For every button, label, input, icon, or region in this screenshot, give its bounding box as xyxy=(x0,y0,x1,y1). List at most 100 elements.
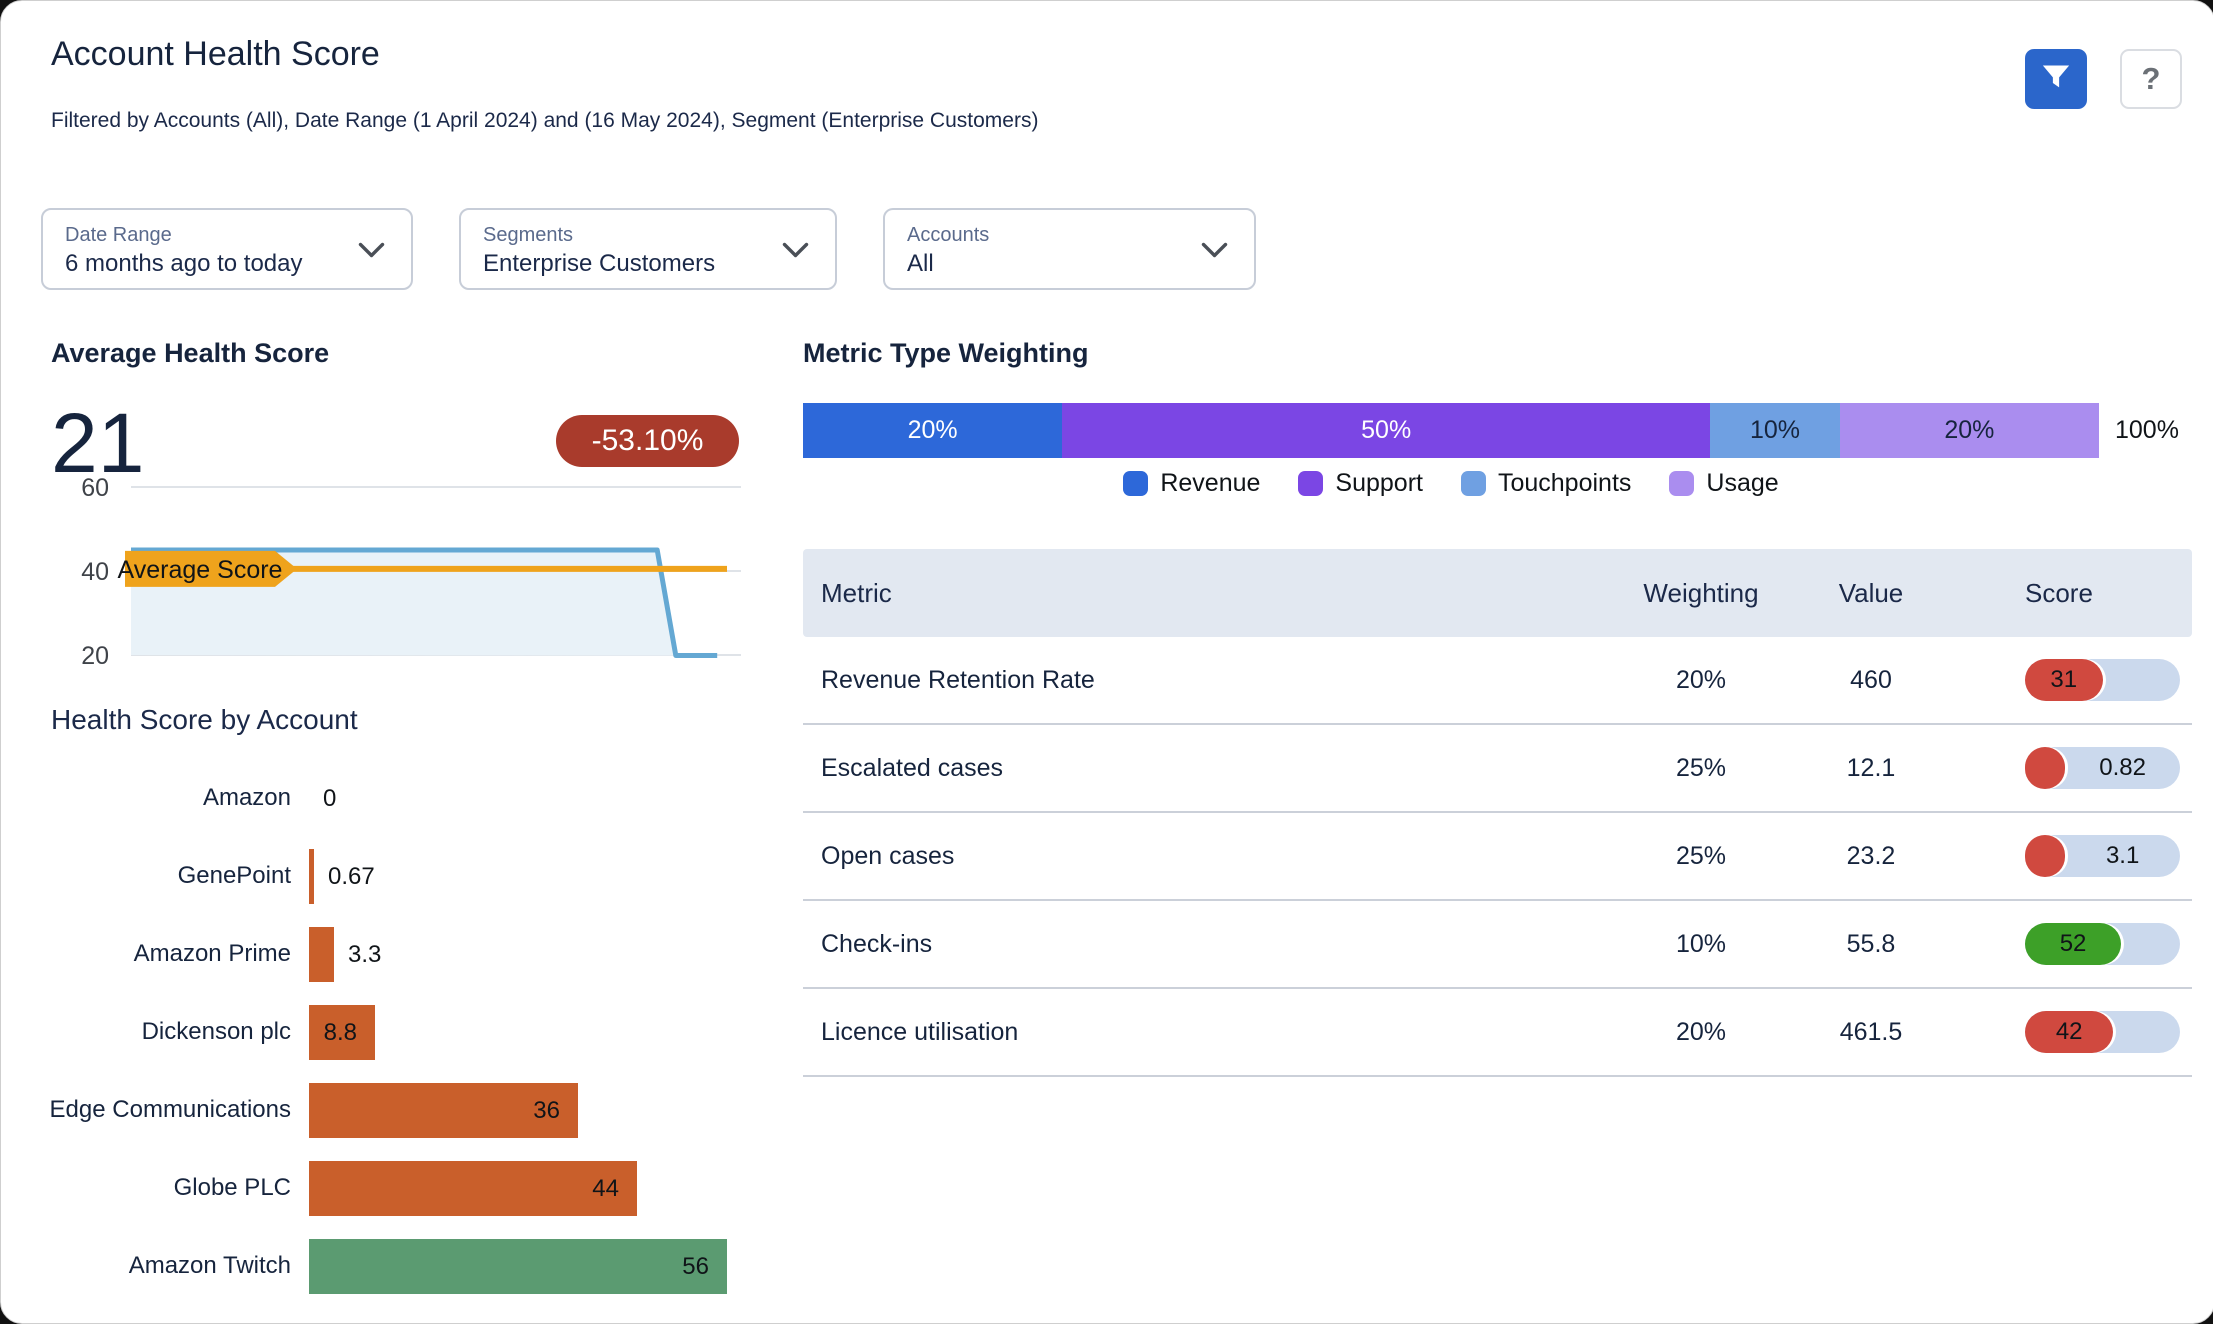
bar-value: 3.3 xyxy=(348,940,382,968)
score-pill-value: 0.82 xyxy=(2099,754,2146,781)
bar xyxy=(309,1160,637,1216)
bar-value: 8.8 xyxy=(323,1018,357,1046)
bar-zone: 56 xyxy=(309,1238,741,1294)
dropdown-label: Date Range xyxy=(65,224,172,246)
header-cell-score: Score xyxy=(2025,577,2093,608)
score-pill-fill xyxy=(2025,835,2066,877)
cell-score: 31 xyxy=(1941,659,2192,701)
legend-item-usage[interactable]: Usage xyxy=(1669,469,1779,498)
bar-category-label: Dickenson plc xyxy=(141,1018,291,1045)
table-row-revenue-retention-rate: Revenue Retention Rate 20% 460 31 xyxy=(803,637,2192,725)
filter-dropdown-segments[interactable]: Segments Enterprise Customers xyxy=(459,208,837,290)
cell-weighting: 20% xyxy=(1675,1017,1727,1046)
bar-zone: 44 xyxy=(309,1160,741,1216)
weighting-segment-support: 50% xyxy=(1062,403,1711,458)
cell-value: 460 xyxy=(1850,665,1892,694)
cell-score: 52 xyxy=(1941,923,2192,965)
filter-button[interactable] xyxy=(2025,49,2087,109)
average-score-flag-label: Average Score xyxy=(118,556,283,584)
y-axis-tick: 20 xyxy=(81,642,109,670)
score-pill: 3.1 xyxy=(2025,835,2180,877)
score-pill-value: 52 xyxy=(2059,930,2087,957)
cell-weighting: 20% xyxy=(1675,665,1727,694)
legend-swatch xyxy=(1298,471,1324,496)
table-body: Revenue Retention Rate 20% 460 31 Escalated … xyxy=(803,637,2192,1077)
bar-category-label: Amazon xyxy=(202,784,291,811)
account-health-dashboard: Account Health Score Filtered by Account… xyxy=(0,0,2213,1324)
header-cell-weighting: Weighting xyxy=(1643,577,1759,608)
legend-item-touchpoints[interactable]: Touchpoints xyxy=(1460,469,1631,498)
average-score-line-chart: 60 40 20 Average Score xyxy=(81,476,741,670)
dropdown-label: Segments xyxy=(483,224,574,246)
filter-dropdown-date-range[interactable]: Date Range 6 months ago to today xyxy=(41,208,413,290)
average-health-score-value: 21 xyxy=(51,396,145,490)
weighting-bar-wrap: 20% 50% 10% 20% 100% xyxy=(803,403,2179,458)
table-row-open-cases: Open cases 25% 23.2 3.1 xyxy=(803,813,2192,901)
bar xyxy=(309,848,314,904)
score-pill: 52 xyxy=(2025,923,2180,965)
cell-weighting: 25% xyxy=(1675,841,1727,870)
bar-zone: 0 xyxy=(309,771,741,826)
weighting-segment-touchpoints: 10% xyxy=(1710,403,1840,458)
help-button[interactable]: ? xyxy=(2120,49,2182,109)
bar-row-globe-plc: Globe PLC 44 xyxy=(41,1149,741,1227)
bar-category-label: Edge Communications xyxy=(49,1096,291,1123)
bar-row-amazon-prime: Amazon Prime 3.3 xyxy=(41,915,741,993)
legend-label: Revenue xyxy=(1160,469,1261,497)
chevron-down-icon xyxy=(1201,242,1228,264)
legend-item-support[interactable]: Support xyxy=(1298,469,1423,498)
bar-zone: 3.3 xyxy=(309,926,741,982)
metric-type-weighting-heading: Metric Type Weighting xyxy=(803,338,1089,368)
bar-chart-heading: Health Score by Account xyxy=(51,704,358,735)
bar-value: 36 xyxy=(533,1096,560,1124)
bar-row-genepoint: GenePoint 0.67 xyxy=(41,837,741,915)
bar-row-amazon-twitch: Amazon Twitch 56 xyxy=(41,1227,741,1305)
score-pill-fill xyxy=(2025,747,2066,789)
cell-metric: Revenue Retention Rate xyxy=(821,665,1095,694)
weighting-stacked-bar: 20% 50% 10% 20% xyxy=(803,403,2099,458)
cell-value: 23.2 xyxy=(1846,841,1896,870)
filter-dropdown-accounts[interactable]: Accounts All xyxy=(883,208,1256,290)
bar-value: 56 xyxy=(682,1252,709,1280)
dropdown-selected-value: Enterprise Customers xyxy=(483,250,716,277)
dropdown-selected-value: All xyxy=(907,250,934,277)
bar-value: 0 xyxy=(323,784,337,812)
cell-value: 55.8 xyxy=(1846,929,1896,958)
cell-metric: Escalated cases xyxy=(821,753,1004,782)
header-cell-metric: Metric xyxy=(821,577,892,608)
legend-item-revenue[interactable]: Revenue xyxy=(1123,469,1260,498)
table-row-escalated-cases: Escalated cases 25% 12.1 0.82 xyxy=(803,725,2192,813)
chevron-down-icon xyxy=(358,242,385,264)
table-header: Metric Weighting Value Score xyxy=(803,549,2192,637)
header-cell-value: Value xyxy=(1838,577,1904,608)
bar-category-label: GenePoint xyxy=(177,862,291,889)
legend-swatch xyxy=(1460,471,1486,496)
legend-label: Support xyxy=(1335,469,1423,497)
cell-weighting: 10% xyxy=(1675,929,1727,958)
score-pill: 42 xyxy=(2025,1011,2180,1053)
score-pill: 31 xyxy=(2025,659,2180,701)
bar-category-label: Globe PLC xyxy=(173,1174,291,1201)
weighting-segment-usage: 20% xyxy=(1839,403,2099,458)
table-row-licence-utilisation: Licence utilisation 20% 461.5 42 xyxy=(803,989,2192,1077)
delta-badge: -53.10% xyxy=(556,415,739,467)
score-pill-value: 31 xyxy=(2050,666,2078,693)
legend-label: Usage xyxy=(1706,469,1779,497)
cell-value: 12.1 xyxy=(1846,753,1896,782)
bar xyxy=(309,1238,727,1294)
cell-weighting: 25% xyxy=(1675,753,1727,782)
bar-category-label: Amazon Prime xyxy=(133,940,291,967)
cell-value: 461.5 xyxy=(1839,1017,1903,1046)
question-mark-icon: ? xyxy=(2141,61,2161,96)
bar xyxy=(309,926,334,982)
page-title: Account Health Score xyxy=(51,35,380,73)
y-axis-tick: 60 xyxy=(81,476,109,502)
legend-swatch xyxy=(1123,471,1149,496)
score-pill-value: 3.1 xyxy=(2105,842,2140,869)
bar-category-label: Amazon Twitch xyxy=(128,1252,291,1279)
bar-zone: 8.8 xyxy=(309,1004,741,1060)
weighting-total-label: 100% xyxy=(2115,416,2179,444)
filter-summary: Filtered by Accounts (All), Date Range (… xyxy=(51,109,1039,132)
cell-metric: Licence utilisation xyxy=(821,1017,1019,1046)
bar-zone: 36 xyxy=(309,1082,741,1138)
